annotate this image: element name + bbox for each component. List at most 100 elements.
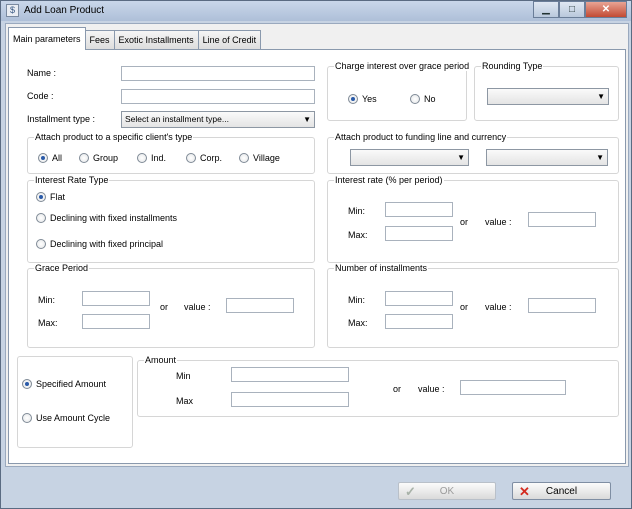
interest-rate-title: Interest rate (% per period): [334, 175, 444, 185]
installments-title: Number of installments: [334, 263, 429, 273]
grace-value-input[interactable]: [226, 298, 294, 313]
charge-yes-radio[interactable]: Yes: [348, 94, 377, 104]
installments-value-input[interactable]: [528, 298, 596, 313]
client-type-all-radio[interactable]: All: [38, 153, 62, 163]
amount-min-input[interactable]: [231, 367, 349, 382]
charge-interest-group: Charge interest over grace period Yes No: [327, 61, 471, 121]
caption-buttons: ▁ □ ✕: [533, 1, 627, 19]
rounding-type-group: Rounding Type ▼: [474, 61, 619, 121]
amount-value-input[interactable]: [460, 380, 566, 395]
interest-value-input[interactable]: [528, 212, 596, 227]
interest-rate-type-group: Interest Rate Type Flat Declining with f…: [27, 175, 315, 263]
use-amount-cycle-radio[interactable]: Use Amount Cycle: [22, 413, 110, 423]
installments-group: Number of installments Min: Max: or valu…: [327, 263, 619, 348]
radio-unchecked-icon: [79, 153, 89, 163]
title-bar[interactable]: $ Add Loan Product ▁ □ ✕: [1, 1, 631, 21]
radio-unchecked-icon: [36, 239, 46, 249]
dropdown-arrow-icon: ▼: [457, 153, 465, 162]
code-label: Code :: [27, 91, 54, 101]
tab-main-parameters[interactable]: Main parameters: [8, 27, 86, 50]
interest-min-input[interactable]: [385, 202, 453, 217]
installments-min-input[interactable]: [385, 291, 453, 306]
charge-interest-title: Charge interest over grace period: [334, 61, 471, 71]
dialog-body: Main parameters Fees Exotic Installments…: [5, 23, 629, 467]
rate-type-declining-principal-radio[interactable]: Declining with fixed principal: [36, 239, 163, 249]
app-icon: $: [6, 4, 19, 17]
radio-unchecked-icon: [186, 153, 196, 163]
installments-max-label: Max:: [348, 318, 368, 328]
installment-type-value: Select an installment type...: [125, 114, 229, 124]
grace-value-label: value :: [184, 302, 211, 312]
client-type-title-text: Attach product to a specific client's ty…: [34, 132, 194, 142]
grace-max-input[interactable]: [82, 314, 150, 329]
funding-line-group: Attach product to funding line and curre…: [327, 132, 619, 174]
client-type-group-radio[interactable]: Group: [79, 153, 118, 163]
ok-button[interactable]: ✓ OK: [398, 482, 496, 500]
grace-period-title: Grace Period: [34, 263, 90, 273]
interest-value-label: value :: [485, 217, 512, 227]
charge-no-radio[interactable]: No: [410, 94, 436, 104]
rate-type-flat-radio[interactable]: Flat: [36, 192, 65, 202]
tab-exotic-installments[interactable]: Exotic Installments: [113, 30, 199, 50]
interest-rate-type-title: Interest Rate Type: [34, 175, 110, 185]
rounding-type-select[interactable]: ▼: [487, 88, 609, 105]
radio-unchecked-icon: [22, 413, 32, 423]
code-input[interactable]: [121, 89, 315, 104]
dialog-window: $ Add Loan Product ▁ □ ✕ Main parameters…: [0, 0, 632, 509]
client-type-village-radio[interactable]: Village: [239, 153, 280, 163]
amount-min-label: Min: [176, 371, 191, 381]
amount-value-label: value :: [418, 384, 445, 394]
radio-unchecked-icon: [137, 153, 147, 163]
amount-max-label: Max: [176, 396, 194, 406]
minimize-button[interactable]: ▁: [533, 1, 559, 18]
client-type-corporate-radio[interactable]: Corp.: [186, 153, 222, 163]
amount-or-label: or: [393, 384, 402, 394]
rounding-type-title: Rounding Type: [481, 61, 544, 71]
radio-unchecked-icon: [239, 153, 249, 163]
rate-type-declining-installments-radio[interactable]: Declining with fixed installments: [36, 213, 177, 223]
tab-strip: Main parameters Fees Exotic Installments…: [8, 26, 262, 50]
radio-unchecked-icon: [36, 213, 46, 223]
main-parameters-panel: Name : Code : Installment type : Select …: [8, 49, 626, 464]
dropdown-arrow-icon: ▼: [303, 115, 311, 124]
radio-checked-icon: [36, 192, 46, 202]
close-icon: ✕: [519, 484, 530, 499]
funding-line-select[interactable]: ▼: [350, 149, 469, 166]
amount-group: Amount Min Max or value :: [137, 355, 619, 417]
maximize-button[interactable]: □: [559, 1, 585, 18]
window-title: Add Loan Product: [24, 5, 105, 16]
installment-type-label: Installment type :: [27, 114, 96, 124]
funding-line-title: Attach product to funding line and curre…: [334, 132, 508, 142]
tab-line-of-credit[interactable]: Line of Credit: [197, 30, 262, 50]
amount-max-input[interactable]: [231, 392, 349, 407]
name-input[interactable]: [121, 66, 315, 81]
installments-max-input[interactable]: [385, 314, 453, 329]
installments-value-label: value :: [485, 302, 512, 312]
amount-type-group: Specified Amount Use Amount Cycle: [17, 356, 133, 448]
currency-select[interactable]: ▼: [486, 149, 608, 166]
installment-type-select[interactable]: Select an installment type... ▼: [121, 111, 315, 128]
grace-min-input[interactable]: [82, 291, 150, 306]
tab-fees[interactable]: Fees: [84, 30, 115, 50]
radio-unchecked-icon: [410, 94, 420, 104]
dropdown-arrow-icon: ▼: [596, 153, 604, 162]
specified-amount-radio[interactable]: Specified Amount: [22, 379, 106, 389]
client-type-group: Attach product to a specific client's ty…: [27, 132, 315, 174]
close-button[interactable]: ✕: [585, 1, 627, 18]
grace-min-label: Min:: [38, 295, 56, 305]
name-label: Name :: [27, 68, 57, 78]
radio-checked-icon: [22, 379, 32, 389]
interest-max-input[interactable]: [385, 226, 453, 241]
interest-max-label: Max:: [348, 230, 368, 240]
grace-period-group: Grace Period Min: Max: or value :: [27, 263, 315, 348]
grace-max-label: Max:: [38, 318, 58, 328]
cancel-button[interactable]: ✕ Cancel: [512, 482, 611, 500]
radio-checked-icon: [348, 94, 358, 104]
interest-min-label: Min:: [348, 206, 366, 216]
client-type-individual-radio[interactable]: Ind.: [137, 153, 166, 163]
amount-title: Amount: [144, 355, 178, 365]
grace-or-label: or: [160, 302, 169, 312]
checkmark-icon: ✓: [405, 484, 416, 499]
radio-checked-icon: [38, 153, 48, 163]
installments-min-label: Min:: [348, 295, 366, 305]
